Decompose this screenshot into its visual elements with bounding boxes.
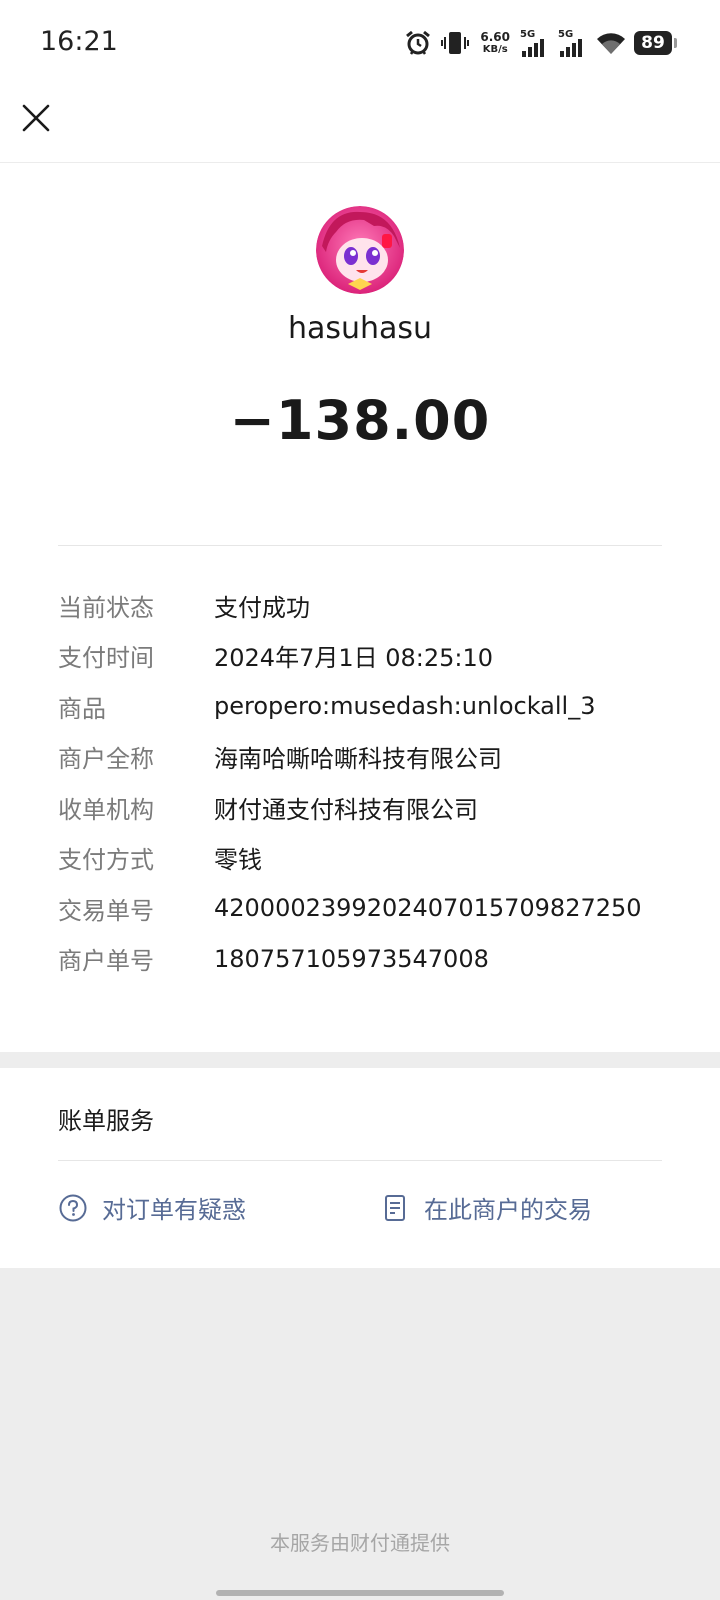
alarm-icon <box>404 29 432 57</box>
status-time: 16:21 <box>40 26 118 57</box>
merchant-transactions-link[interactable]: 在此商户的交易 <box>380 1190 592 1225</box>
nav-bar <box>0 86 720 163</box>
detail-label: 当前状态 <box>58 593 154 622</box>
detail-row-status: 当前状态 支付成功 <box>58 580 678 631</box>
detail-value: 4200002399202407015709827250 <box>214 894 642 923</box>
detail-label: 收单机构 <box>58 795 154 824</box>
question-circle-icon <box>58 1193 88 1223</box>
detail-label: 商户单号 <box>58 947 154 976</box>
detail-value: 180757105973547008 <box>214 944 489 973</box>
order-question-label: 对订单有疑惑 <box>102 1196 246 1224</box>
detail-value: 2024年7月1日 08:25:10 <box>214 644 494 673</box>
detail-value: 海南哈嘶哈嘶科技有限公司 <box>214 745 502 774</box>
payee-name: hasuhasu <box>287 311 433 346</box>
divider <box>58 545 662 546</box>
detail-list: 当前状态 支付成功 支付时间 2024年7月1日 08:25:10 商品 per… <box>58 580 678 984</box>
detail-label: 支付方式 <box>58 846 154 875</box>
battery-level: 89 <box>641 33 665 53</box>
close-icon <box>22 104 50 132</box>
detail-label: 商品 <box>58 694 106 723</box>
merchant-transactions-label: 在此商户的交易 <box>424 1196 592 1224</box>
service-title: 账单服务 <box>58 1107 154 1135</box>
divider <box>58 1160 662 1161</box>
detail-label: 支付时间 <box>58 644 154 673</box>
detail-row-merchant-name: 商户全称 海南哈嘶哈嘶科技有限公司 <box>58 732 678 783</box>
detail-row-pay-time: 支付时间 2024年7月1日 08:25:10 <box>58 631 678 682</box>
home-indicator[interactable] <box>216 1590 504 1596</box>
document-icon <box>380 1193 410 1223</box>
signal-icon: 5G <box>558 29 588 57</box>
payment-amount: −138.00 <box>229 389 491 452</box>
detail-value: peropero:musedash:unlockall_3 <box>214 692 596 721</box>
vibrate-icon <box>440 29 470 57</box>
detail-row-merchant-order-id: 商户单号 180757105973547008 <box>58 934 678 985</box>
detail-row-transaction-id: 交易单号 4200002399202407015709827250 <box>58 883 678 934</box>
network-speed-unit: KB/s <box>482 44 508 55</box>
network-speed: 6.60 KB/s <box>480 31 510 55</box>
close-button[interactable] <box>18 100 54 136</box>
detail-row-product: 商品 peropero:musedash:unlockall_3 <box>58 681 678 732</box>
battery-icon: 89 <box>634 31 677 55</box>
avatar <box>316 206 404 294</box>
bill-service-card: 账单服务 对订单有疑惑 在此商户的交易 <box>0 1068 720 1268</box>
detail-value: 零钱 <box>214 846 262 875</box>
detail-value: 支付成功 <box>214 593 310 622</box>
status-bar: 16:21 6.60 KB/s 5G 5G 89 <box>0 0 720 86</box>
detail-row-acquirer: 收单机构 财付通支付科技有限公司 <box>58 782 678 833</box>
bill-detail-card: hasuhasu −138.00 当前状态 支付成功 支付时间 2024年7月1… <box>0 163 720 1052</box>
order-question-link[interactable]: 对订单有疑惑 <box>58 1190 246 1225</box>
detail-label: 商户全称 <box>58 745 154 774</box>
status-icons: 6.60 KB/s 5G 5G 89 <box>404 26 677 60</box>
detail-value: 财付通支付科技有限公司 <box>214 795 478 824</box>
wifi-icon <box>596 30 626 56</box>
detail-row-pay-method: 支付方式 零钱 <box>58 833 678 884</box>
network-speed-value: 6.60 <box>480 30 510 44</box>
detail-label: 交易单号 <box>58 896 154 925</box>
signal-icon: 5G <box>520 29 550 57</box>
footer-note: 本服务由财付通提供 <box>270 1531 450 1555</box>
